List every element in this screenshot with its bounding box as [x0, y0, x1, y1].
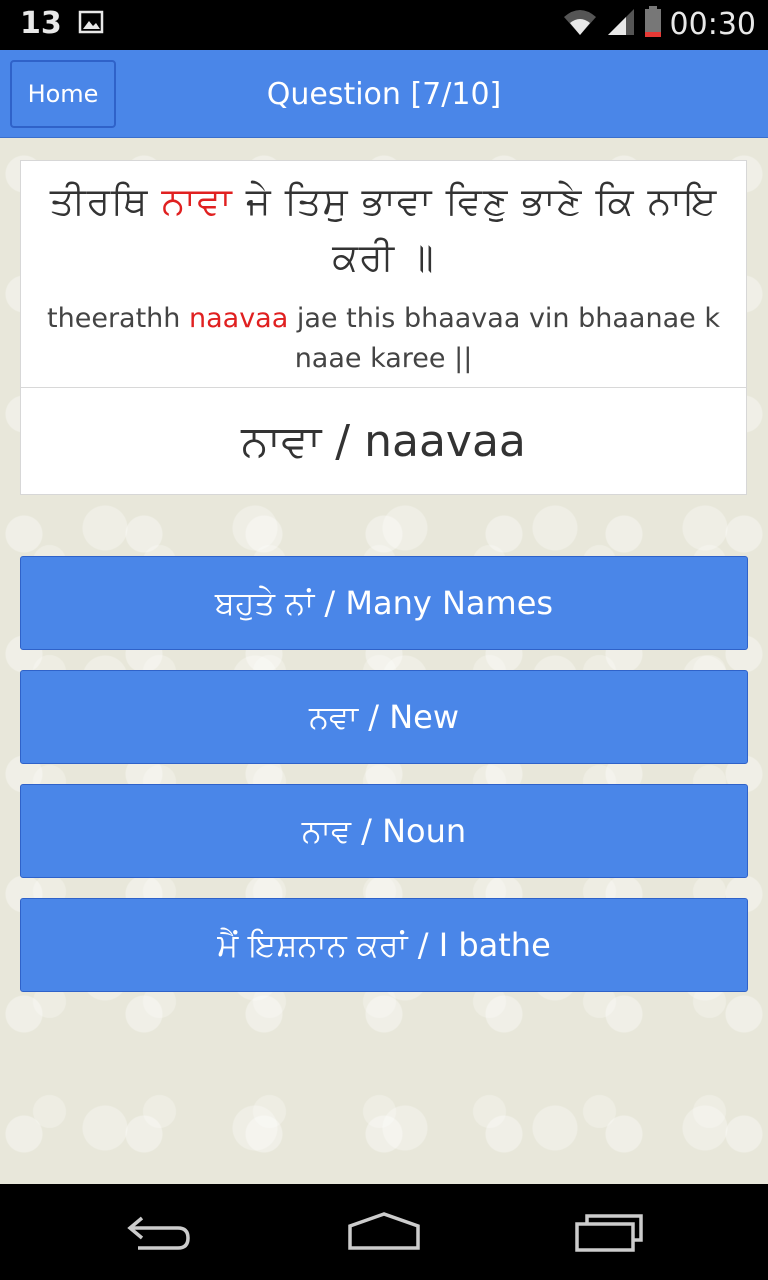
home-button[interactable]: Home: [10, 60, 116, 128]
nav-bar: [0, 1184, 768, 1280]
wifi-icon: [562, 7, 598, 41]
notification-count: 13: [20, 6, 62, 41]
gurmukhi-verse: ਤੀਰਥਿ ਨਾਵਾ ਜੇ ਤਿਸੁ ਭਾਵਾ ਵਿਣੁ ਭਾਣੇ ਕਿ ਨਾਇ…: [31, 173, 736, 285]
translit-text-before: theerathh: [47, 303, 189, 334]
answer-button-1[interactable]: ਬਹੁਤੇ ਨਾਂ / Many Names: [20, 556, 748, 650]
home-icon: [348, 1212, 420, 1250]
signal-icon: [606, 7, 636, 41]
answer-button-2[interactable]: ਨਵਾ / New: [20, 670, 748, 764]
translit-text-after: jae this bhaavaa vin bhaanae k naae kare…: [288, 303, 720, 374]
target-word: ਨਾਵਾ / naavaa: [241, 415, 526, 467]
translit-highlight-word: naavaa: [189, 303, 289, 334]
question-card: ਤੀਰਥਿ ਨਾਵਾ ਜੇ ਤਿਸੁ ਭਾਵਾ ਵਿਣੁ ਭਾਣੇ ਕਿ ਨਾਇ…: [20, 160, 747, 495]
clock-time: 00:30: [669, 6, 756, 42]
gurmukhi-text-before: ਤੀਰਥਿ: [49, 179, 162, 223]
battery-icon: [644, 6, 662, 42]
gurmukhi-text-after: ਜੇ ਤਿਸੁ ਭਾਵਾ ਵਿਣੁ ਭਾਣੇ ਕਿ ਨਾਇ ਕਰੀ ॥: [232, 179, 718, 279]
image-icon: [78, 9, 104, 39]
home-nav-button[interactable]: [339, 1202, 429, 1262]
gurmukhi-highlight-word: ਨਾਵਾ: [161, 179, 233, 223]
back-button[interactable]: [114, 1202, 204, 1262]
answer-button-4[interactable]: ਮੈਂ ਇਸ਼ਨਾਨ ਕਰਾਂ / I bathe: [20, 898, 748, 992]
app-bar: Home Question [7/10]: [0, 50, 768, 138]
answer-button-3[interactable]: ਨਾਵ / Noun: [20, 784, 748, 878]
recents-button[interactable]: [564, 1202, 654, 1262]
status-bar: 13 00:30: [0, 0, 768, 50]
back-icon: [127, 1216, 190, 1250]
recents-icon: [575, 1214, 643, 1252]
transliteration: theerathh naavaa jae this bhaavaa vin bh…: [29, 299, 738, 379]
